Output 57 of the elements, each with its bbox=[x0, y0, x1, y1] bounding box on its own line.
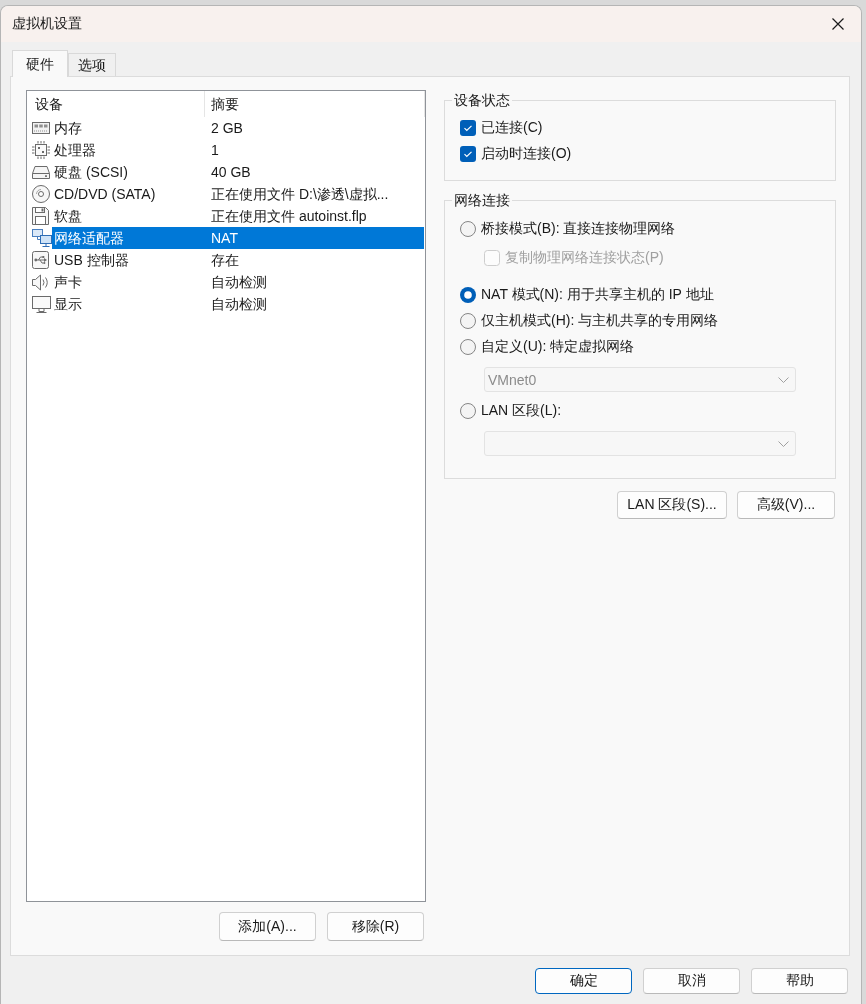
chevron-down-icon bbox=[778, 440, 789, 447]
speaker-icon bbox=[32, 273, 48, 291]
radio-button[interactable] bbox=[460, 339, 476, 355]
device-summary[interactable]: 正在使用文件 D:\渗透\虚拟... bbox=[204, 183, 424, 205]
device-summary[interactable]: 自动检测 bbox=[204, 271, 424, 293]
device-summary[interactable]: 自动检测 bbox=[204, 293, 424, 315]
device-name[interactable]: USB 控制器 bbox=[52, 249, 204, 271]
close-icon bbox=[832, 18, 844, 30]
checkbox[interactable] bbox=[460, 120, 476, 136]
radio-label[interactable]: NAT 模式(N): 用于共享主机的 IP 地址 bbox=[481, 286, 714, 304]
device-name[interactable]: 软盘 bbox=[52, 205, 204, 227]
radio-label[interactable]: 自定义(U): 特定虚拟网络 bbox=[481, 338, 635, 356]
device-summary[interactable]: 1 bbox=[204, 139, 424, 161]
tab[interactable]: 选项 bbox=[68, 53, 116, 76]
column-header[interactable]: 设备 bbox=[27, 91, 205, 117]
radio-button[interactable] bbox=[460, 403, 476, 419]
tab[interactable]: 硬件 bbox=[12, 50, 68, 77]
device-name[interactable]: 声卡 bbox=[52, 271, 204, 293]
device-name[interactable]: 内存 bbox=[52, 117, 204, 139]
radio-label[interactable]: 桥接模式(B): 直接连接物理网络 bbox=[481, 220, 676, 238]
device-summary[interactable]: 40 GB bbox=[204, 161, 424, 183]
lan-segments-button[interactable]: LAN 区段(S)... bbox=[617, 491, 727, 519]
device-name[interactable]: 网络适配器 bbox=[52, 227, 204, 249]
device-summary[interactable]: 正在使用文件 autoinst.flp bbox=[204, 205, 424, 227]
device-name[interactable]: CD/DVD (SATA) bbox=[52, 183, 204, 205]
radio-label[interactable]: LAN 区段(L): bbox=[481, 402, 562, 420]
cancel-button[interactable]: 取消 bbox=[643, 968, 740, 994]
device-name[interactable]: 显示 bbox=[52, 293, 204, 315]
device-summary[interactable]: NAT bbox=[204, 227, 424, 249]
device-name[interactable]: 处理器 bbox=[52, 139, 204, 161]
two-monitors-icon bbox=[32, 229, 52, 247]
group-title: 网络连接 bbox=[453, 191, 511, 209]
checkbox-label[interactable]: 启动时连接(O) bbox=[481, 145, 572, 163]
chevron-down-icon bbox=[778, 376, 789, 383]
radio-button[interactable] bbox=[460, 221, 476, 237]
device-summary[interactable]: 存在 bbox=[204, 249, 424, 271]
checkbox[interactable] bbox=[460, 146, 476, 162]
chip-icon bbox=[32, 141, 50, 159]
column-header[interactable]: 摘要 bbox=[205, 91, 425, 117]
device-summary[interactable]: 2 GB bbox=[204, 117, 424, 139]
add-button[interactable]: 添加(A)... bbox=[219, 912, 316, 941]
usb-icon bbox=[32, 251, 49, 269]
advanced-button[interactable]: 高级(V)... bbox=[737, 491, 835, 519]
help-button[interactable]: 帮助 bbox=[751, 968, 848, 994]
radio-button[interactable] bbox=[460, 287, 476, 303]
group-title: 设备状态 bbox=[453, 91, 511, 109]
remove-button[interactable]: 移除(R) bbox=[327, 912, 424, 941]
ok-button[interactable]: 确定 bbox=[535, 968, 632, 994]
disc-icon bbox=[32, 185, 50, 203]
checkbox-label[interactable]: 已连接(C) bbox=[481, 119, 543, 137]
radio-label[interactable]: 仅主机模式(H): 与主机共享的专用网络 bbox=[481, 312, 719, 330]
device-name[interactable]: 硬盘 (SCSI) bbox=[52, 161, 204, 183]
hard-drive-icon bbox=[32, 165, 50, 179]
monitor-icon bbox=[32, 295, 51, 313]
window-title: 虚拟机设置 bbox=[12, 15, 82, 33]
memory-module-icon bbox=[32, 122, 50, 134]
radio-button[interactable] bbox=[460, 313, 476, 329]
